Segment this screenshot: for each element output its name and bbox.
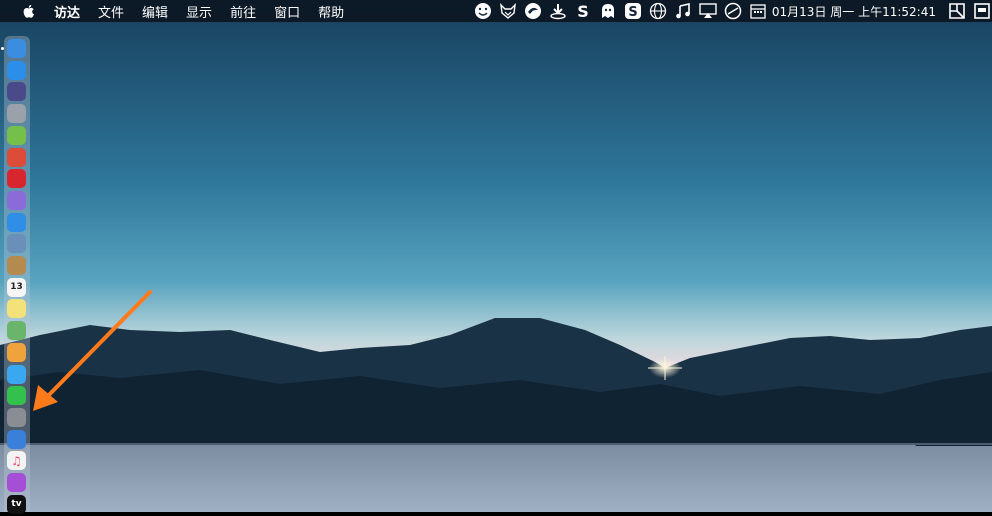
dock-safari-icon[interactable] — [7, 212, 26, 232]
clock-date: 01月13日 周一 — [771, 4, 855, 19]
dock-notes-icon[interactable] — [7, 299, 26, 319]
airplay-icon[interactable] — [698, 2, 718, 20]
music-note-glyph: ♫ — [11, 453, 22, 468]
calendar-icon[interactable] — [748, 2, 768, 20]
dock-calendar-icon[interactable]: 13 — [7, 277, 26, 297]
apple-menu-icon[interactable] — [20, 2, 38, 20]
menubar-clock[interactable]: 01月13日 周一 上午11:52:41 — [772, 3, 936, 20]
menu-bar: 访达 文件 编辑 显示 前往 窗口 帮助 S S 01月13日 周一 上午11:… — [0, 0, 992, 22]
dock-facetime-icon[interactable] — [7, 386, 26, 406]
dock-music-icon[interactable]: ♫ — [7, 451, 26, 471]
dock-photos-icon[interactable] — [7, 342, 26, 362]
dock-notes-brown-icon[interactable] — [7, 256, 26, 275]
svg-text:S: S — [577, 2, 589, 20]
dock-siri-icon[interactable] — [7, 82, 26, 102]
desktop — [0, 0, 992, 512]
menu-help[interactable]: 帮助 — [318, 2, 344, 21]
menu-go[interactable]: 前往 — [230, 2, 256, 21]
dock-keynote-icon[interactable] — [7, 429, 26, 449]
sogou-icon[interactable]: S — [623, 2, 643, 20]
dock-purple-app-icon[interactable] — [7, 190, 26, 210]
dock-app-store-icon[interactable] — [7, 60, 26, 80]
dock-android-file-transfer-icon[interactable] — [7, 125, 26, 145]
grid-icon[interactable] — [947, 2, 967, 20]
menu-edit[interactable]: 编辑 — [142, 2, 168, 21]
clock-time: 上午11:52:41 — [858, 4, 936, 19]
dock-maps-icon[interactable] — [7, 321, 26, 341]
finder-running-indicator — [1, 47, 4, 50]
sync-icon[interactable] — [723, 2, 743, 20]
window-icon[interactable] — [972, 2, 992, 20]
menu-file[interactable]: 文件 — [98, 2, 124, 21]
music-note-icon[interactable] — [673, 2, 693, 20]
circle-icon[interactable] — [523, 2, 543, 20]
dock-finder-icon[interactable] — [7, 39, 26, 58]
ghost-icon[interactable] — [598, 2, 618, 20]
menu-app-name[interactable]: 访达 — [54, 2, 80, 21]
s-icon[interactable]: S — [573, 2, 593, 20]
dock-podcasts-icon[interactable] — [7, 473, 26, 492]
dock-apple-tv-icon[interactable]: tv — [7, 494, 26, 514]
dock-red-app-icon[interactable] — [7, 169, 26, 189]
face-icon[interactable] — [473, 2, 493, 20]
globe-icon[interactable] — [648, 2, 668, 20]
fox-icon[interactable] — [498, 2, 518, 20]
dock-chrome-icon[interactable] — [7, 147, 26, 167]
dock-icon-label: tv — [11, 499, 22, 510]
dock-system-preferences-icon[interactable] — [7, 407, 26, 427]
dock-messages-icon[interactable] — [7, 364, 26, 384]
menu-window[interactable]: 窗口 — [274, 2, 300, 21]
dock-preview-icon[interactable] — [7, 234, 26, 254]
svg-text:S: S — [628, 5, 637, 20]
dock-launchpad-icon[interactable] — [7, 104, 26, 124]
menu-view[interactable]: 显示 — [186, 2, 212, 21]
dock-icon-label: 13 — [10, 282, 23, 293]
wallpaper — [0, 0, 992, 512]
download-icon[interactable] — [548, 2, 568, 20]
dock: 13 ♫ tv — [1, 36, 30, 514]
